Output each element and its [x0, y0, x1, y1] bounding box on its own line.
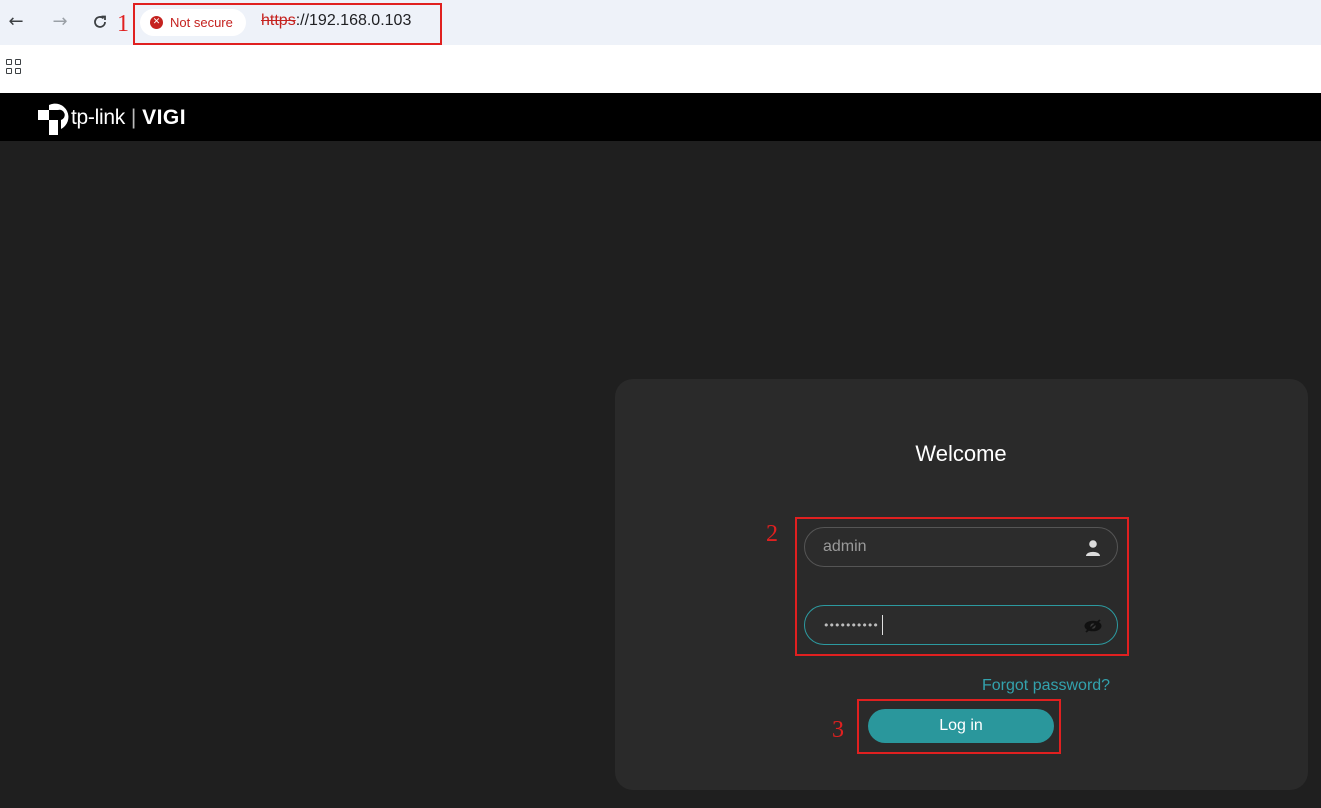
app-header: tp-link | VIGI: [0, 93, 1321, 141]
login-title: Welcome: [915, 441, 1007, 466]
bookmarks-bar: [0, 45, 1321, 93]
reload-icon: [94, 15, 106, 28]
reload-button[interactable]: [88, 10, 112, 34]
brand-company: tp-link: [71, 106, 125, 129]
forgot-password-link[interactable]: Forgot password?: [982, 677, 1110, 695]
brand-separator: |: [130, 106, 137, 129]
annotation-number-1: 1: [117, 11, 129, 37]
annotation-box-2: [795, 517, 1129, 656]
back-button[interactable]: ←: [4, 10, 28, 34]
brand-name: tp-link | VIGI: [71, 106, 186, 130]
arrow-left-icon: ←: [8, 11, 24, 32]
annotation-number-2: 2: [766, 521, 778, 547]
arrow-right-icon: →: [52, 11, 68, 32]
brand-product: VIGI: [142, 106, 187, 129]
forward-button[interactable]: →: [48, 10, 72, 34]
apps-grid-icon[interactable]: [6, 59, 22, 75]
annotation-box-1: [133, 3, 442, 45]
annotation-number-3: 3: [832, 717, 844, 743]
annotation-box-3: [857, 699, 1061, 754]
